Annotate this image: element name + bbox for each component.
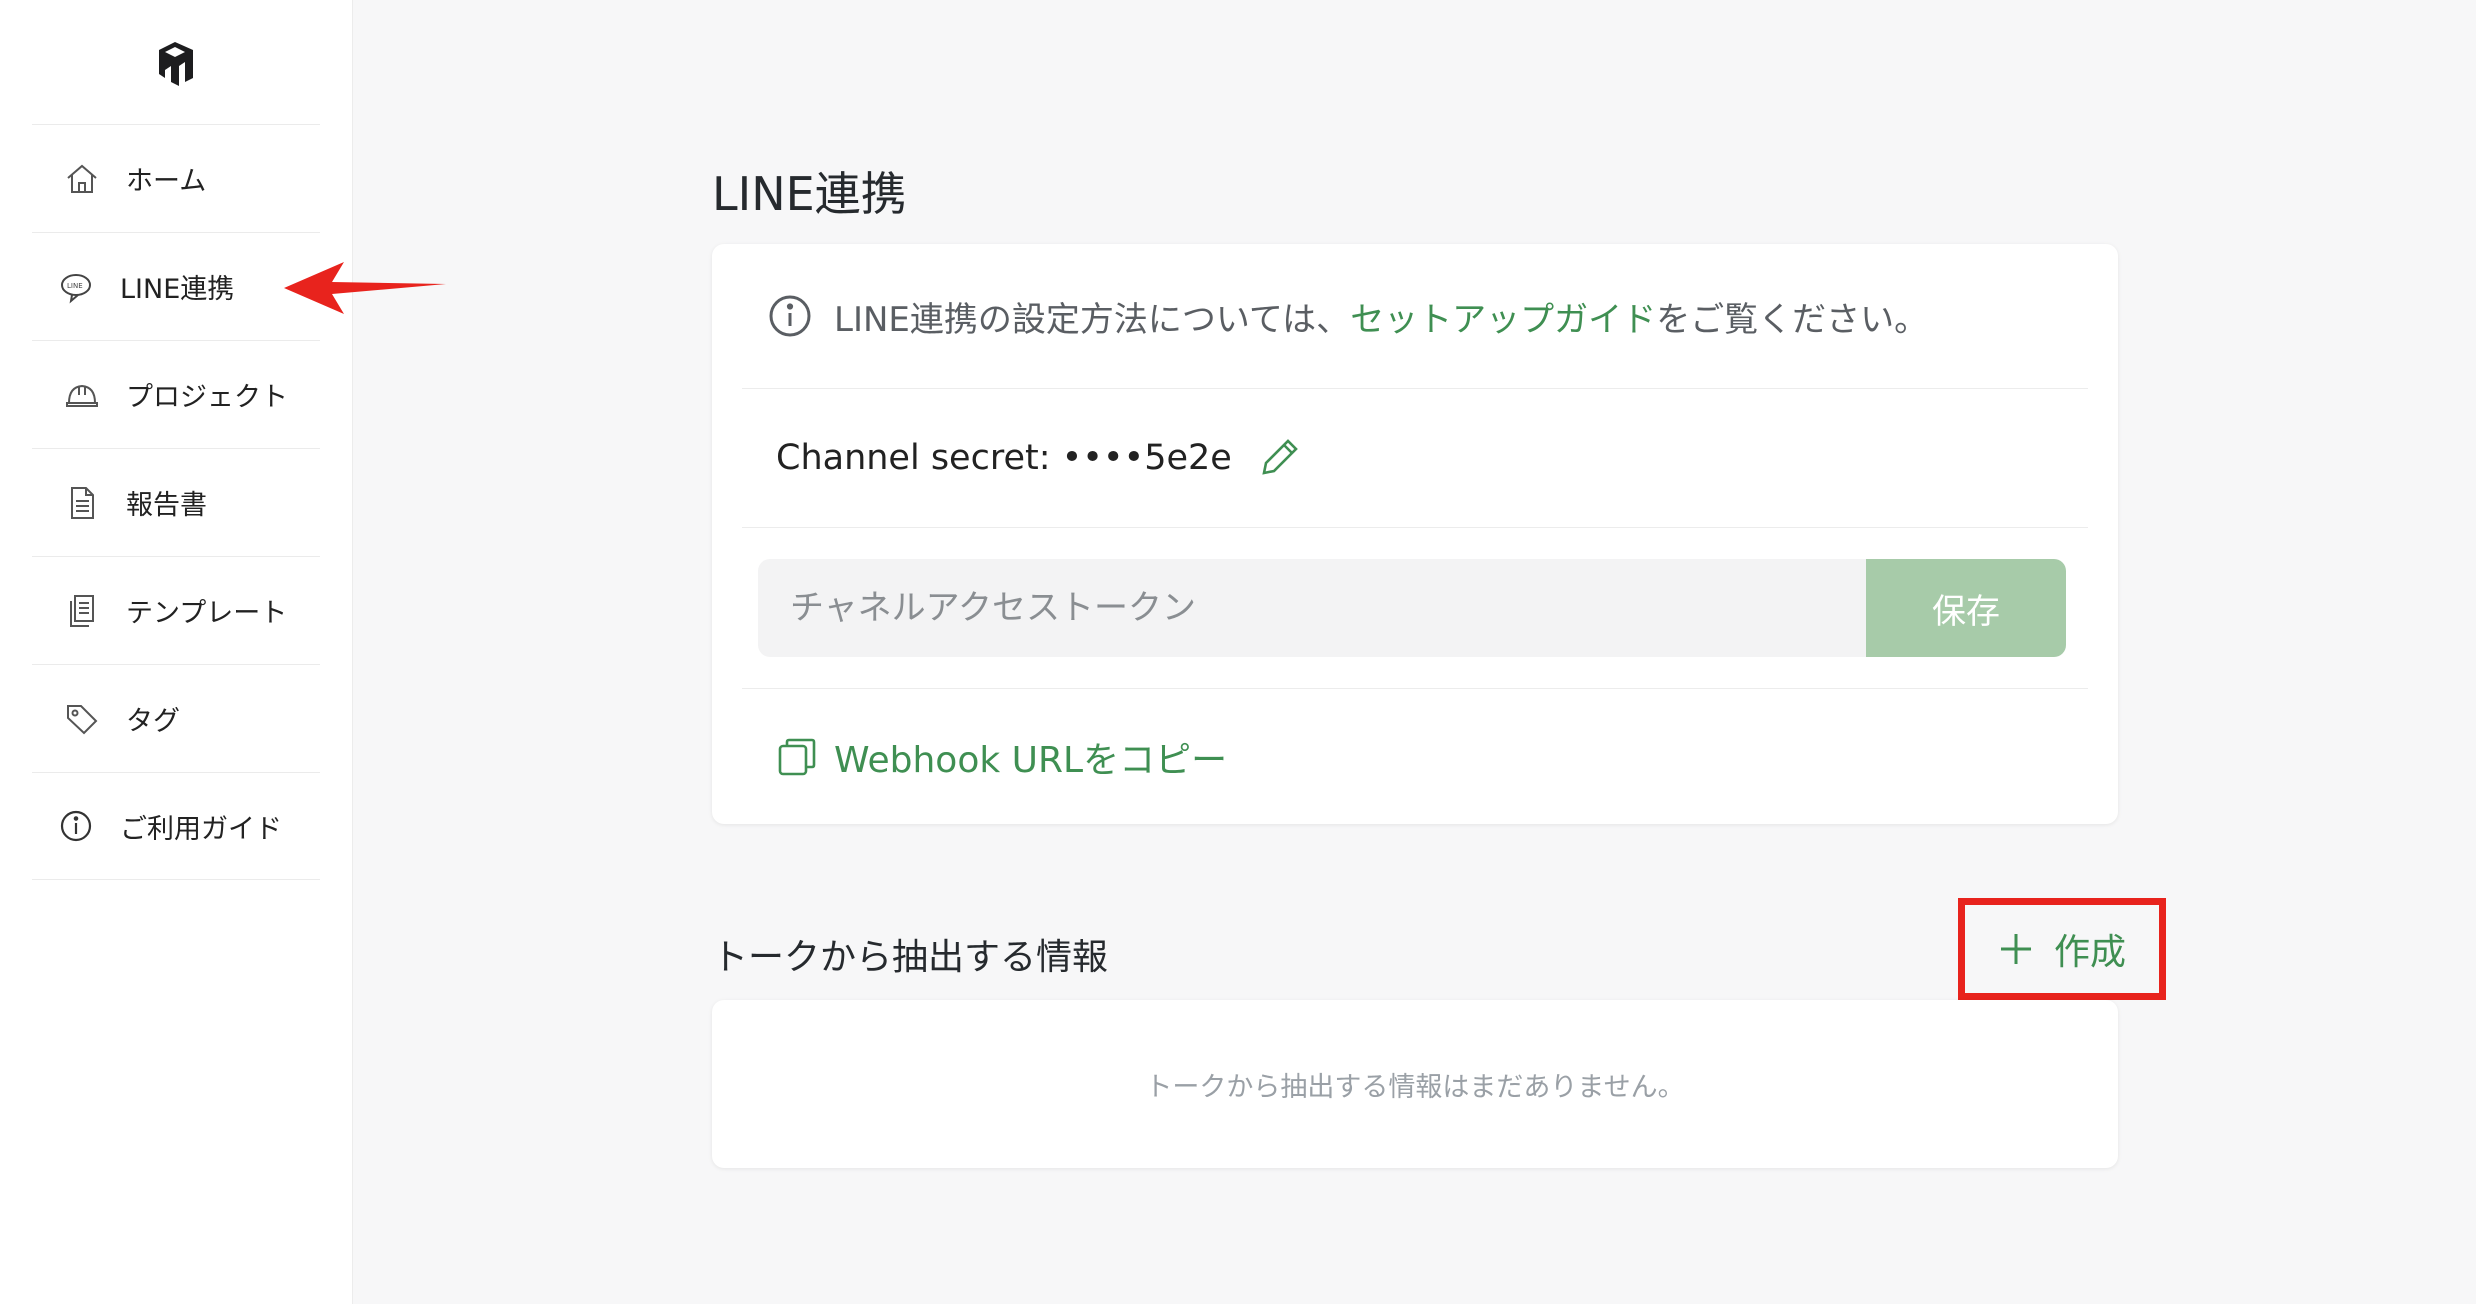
webhook-copy-button[interactable]: Webhook URLをコピー <box>742 689 2088 825</box>
setup-guide-link[interactable]: セットアップガイド <box>1350 292 1656 341</box>
red-arrow-annotation <box>284 262 446 314</box>
home-icon <box>62 159 102 199</box>
webhook-copy-label: Webhook URLをコピー <box>834 740 1228 781</box>
sidebar-item-line[interactable]: LINE LINE連携 <box>32 232 320 340</box>
sidebar: ホーム LINE LINE連携 プロジェクト 報告書 テンプレート タグ ご利用… <box>0 0 353 1304</box>
create-button[interactable]: 作成 <box>1958 898 2166 1000</box>
sidebar-item-label: 報告書 <box>126 490 207 521</box>
svg-text:LINE: LINE <box>67 282 83 290</box>
line-icon: LINE <box>56 267 96 307</box>
setup-info-suffix: をご覧ください。 <box>1656 299 1929 340</box>
extract-section-title: トークから抽出する情報 <box>712 937 1109 978</box>
sidebar-item-tags[interactable]: タグ <box>32 664 320 772</box>
tag-icon <box>62 699 102 739</box>
template-icon <box>62 591 102 631</box>
setup-info-row: LINE連携の設定方法については、 セットアップガイド をご覧ください。 <box>742 244 2088 389</box>
pencil-icon[interactable] <box>1256 435 1302 481</box>
sidebar-item-label: ご利用ガイド <box>120 813 282 845</box>
channel-secret-row: Channel secret: ••••5e2e <box>742 389 2088 528</box>
helmet-icon <box>62 375 102 415</box>
sidebar-item-label: プロジェクト <box>126 382 288 413</box>
plus-icon <box>2000 934 2031 964</box>
sidebar-item-guide[interactable]: ご利用ガイド <box>32 772 320 880</box>
sidebar-item-label: ホーム <box>126 166 207 197</box>
info-icon <box>769 295 811 337</box>
sidebar-item-home[interactable]: ホーム <box>32 124 320 232</box>
sidebar-item-reports[interactable]: 報告書 <box>32 448 320 556</box>
app-logo[interactable] <box>155 40 197 88</box>
access-token-row: 保存 <box>742 528 2088 689</box>
sidebar-item-label: タグ <box>126 706 180 737</box>
access-token-input[interactable] <box>758 559 1866 657</box>
sidebar-item-label: テンプレート <box>126 598 288 629</box>
channel-secret-label: Channel secret: ••••5e2e <box>776 438 1232 478</box>
sidebar-nav: ホーム LINE LINE連携 プロジェクト 報告書 テンプレート タグ ご利用… <box>32 124 320 880</box>
page-title: LINE連携 <box>712 167 907 221</box>
create-button-label: 作成 <box>2053 932 2126 973</box>
info-icon <box>56 806 96 846</box>
copy-icon <box>778 738 816 776</box>
sidebar-item-projects[interactable]: プロジェクト <box>32 340 320 448</box>
empty-state-text: トークから抽出する情報はまだありません。 <box>1145 1071 1685 1103</box>
line-settings-card: LINE連携の設定方法については、 セットアップガイド をご覧ください。 Chann… <box>712 244 2118 824</box>
extract-empty-card: トークから抽出する情報はまだありません。 <box>712 1000 2118 1168</box>
setup-info-prefix: LINE連携の設定方法については、 <box>834 299 1351 340</box>
document-icon <box>62 483 102 523</box>
sidebar-item-label: LINE連携 <box>120 274 235 305</box>
sidebar-item-templates[interactable]: テンプレート <box>32 556 320 664</box>
save-button[interactable]: 保存 <box>1866 559 2066 657</box>
